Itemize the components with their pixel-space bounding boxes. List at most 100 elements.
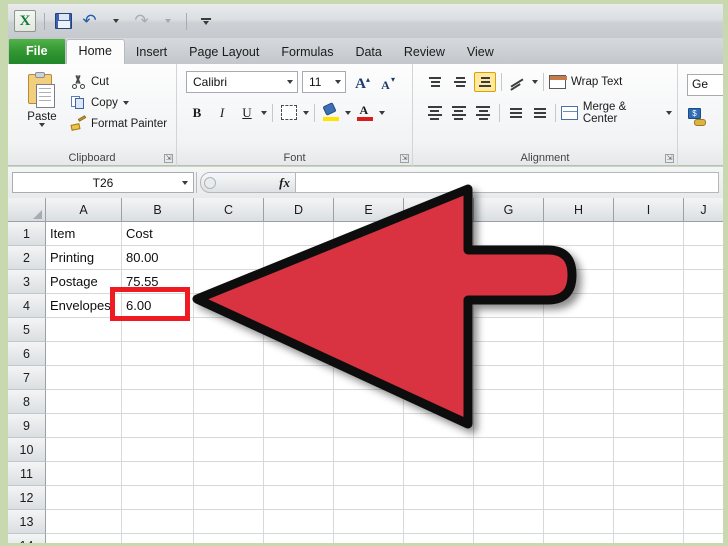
worksheet-grid[interactable]: A B C D E F G H I J 1 Item Cost 2 Printing 80… — [8, 198, 723, 543]
cell-i6[interactable] — [614, 342, 684, 366]
cell-e2[interactable] — [334, 246, 404, 270]
cell-e3[interactable] — [334, 270, 404, 294]
cell-c1[interactable] — [194, 222, 264, 246]
redo-dropdown-button[interactable] — [157, 11, 178, 32]
cell-j3[interactable] — [684, 270, 723, 294]
cell-e4[interactable] — [334, 294, 404, 318]
undo-dropdown-button[interactable] — [105, 11, 126, 32]
row-header-4[interactable]: 4 — [8, 294, 46, 318]
tab-insert[interactable]: Insert — [125, 41, 178, 64]
row-header-8[interactable]: 8 — [8, 390, 46, 414]
select-all-button[interactable] — [8, 198, 46, 222]
cell-f2[interactable] — [404, 246, 474, 270]
cell-j13[interactable] — [684, 510, 723, 534]
cell-c14[interactable] — [194, 534, 264, 543]
cell-c7[interactable] — [194, 366, 264, 390]
align-right-button[interactable] — [473, 103, 494, 123]
cell-c9[interactable] — [194, 414, 264, 438]
cell-d11[interactable] — [264, 462, 334, 486]
cell-d10[interactable] — [264, 438, 334, 462]
underline-button[interactable]: U — [236, 102, 258, 123]
cell-j1[interactable] — [684, 222, 723, 246]
cell-b12[interactable] — [122, 486, 194, 510]
column-header-j[interactable]: J — [684, 198, 723, 222]
cell-f6[interactable] — [404, 342, 474, 366]
italic-button[interactable]: I — [211, 102, 233, 123]
cell-c13[interactable] — [194, 510, 264, 534]
cell-c8[interactable] — [194, 390, 264, 414]
cell-d12[interactable] — [264, 486, 334, 510]
column-header-f[interactable]: F — [404, 198, 474, 222]
cell-b9[interactable] — [122, 414, 194, 438]
cell-e13[interactable] — [334, 510, 404, 534]
cell-a2[interactable]: Printing — [46, 246, 122, 270]
clipboard-dialog-launcher[interactable]: ⇲ — [164, 154, 173, 163]
cell-g2[interactable] — [474, 246, 544, 270]
cell-f4[interactable] — [404, 294, 474, 318]
cell-h12[interactable] — [544, 486, 614, 510]
font-size-select[interactable]: 11 — [302, 71, 346, 93]
cell-g11[interactable] — [474, 462, 544, 486]
chevron-down-icon[interactable] — [122, 100, 129, 105]
font-name-select[interactable]: Calibri — [186, 71, 298, 93]
align-bottom-button[interactable] — [474, 72, 496, 92]
cell-e1[interactable] — [334, 222, 404, 246]
column-header-e[interactable]: E — [334, 198, 404, 222]
bold-button[interactable]: B — [186, 102, 208, 123]
cell-f9[interactable] — [404, 414, 474, 438]
cell-h3[interactable] — [544, 270, 614, 294]
column-header-g[interactable]: G — [474, 198, 544, 222]
cell-d6[interactable] — [264, 342, 334, 366]
cell-d2[interactable] — [264, 246, 334, 270]
chevron-down-icon[interactable] — [665, 111, 672, 115]
cell-g5[interactable] — [474, 318, 544, 342]
cell-d4[interactable] — [264, 294, 334, 318]
name-box[interactable]: T26 — [12, 172, 194, 193]
cell-i11[interactable] — [614, 462, 684, 486]
alignment-dialog-launcher[interactable]: ⇲ — [665, 154, 674, 163]
cell-f14[interactable] — [404, 534, 474, 543]
cell-h7[interactable] — [544, 366, 614, 390]
cell-h4[interactable] — [544, 294, 614, 318]
cell-g4[interactable] — [474, 294, 544, 318]
cell-f1[interactable] — [404, 222, 474, 246]
cell-f8[interactable] — [404, 390, 474, 414]
cell-g1[interactable] — [474, 222, 544, 246]
accounting-format-button[interactable]: $ — [688, 108, 707, 126]
redo-button[interactable]: ↷ — [131, 11, 152, 32]
tab-data[interactable]: Data — [344, 41, 392, 64]
tab-home[interactable]: Home — [65, 39, 125, 65]
cell-f11[interactable] — [404, 462, 474, 486]
cell-h2[interactable] — [544, 246, 614, 270]
align-left-button[interactable] — [424, 103, 445, 123]
cell-b4[interactable]: 6.00 — [122, 294, 194, 318]
cell-j6[interactable] — [684, 342, 723, 366]
cell-g12[interactable] — [474, 486, 544, 510]
cell-a14[interactable] — [46, 534, 122, 543]
chevron-down-icon[interactable] — [345, 110, 351, 115]
cell-b14[interactable] — [122, 534, 194, 543]
tab-review[interactable]: Review — [393, 41, 456, 64]
increase-font-size-button[interactable]: A ▴ — [350, 72, 371, 93]
column-header-i[interactable]: I — [614, 198, 684, 222]
cell-f12[interactable] — [404, 486, 474, 510]
cell-j5[interactable] — [684, 318, 723, 342]
undo-button[interactable]: ↶ — [79, 11, 100, 32]
cell-j10[interactable] — [684, 438, 723, 462]
cell-c2[interactable] — [194, 246, 264, 270]
customize-qat-button[interactable] — [195, 11, 216, 32]
cell-a11[interactable] — [46, 462, 122, 486]
chevron-down-icon[interactable] — [182, 181, 188, 185]
chevron-down-icon[interactable] — [261, 110, 267, 115]
cell-e6[interactable] — [334, 342, 404, 366]
cell-g7[interactable] — [474, 366, 544, 390]
cell-h14[interactable] — [544, 534, 614, 543]
cell-j8[interactable] — [684, 390, 723, 414]
cell-d1[interactable] — [264, 222, 334, 246]
tab-page-layout[interactable]: Page Layout — [178, 41, 270, 64]
cell-i1[interactable] — [614, 222, 684, 246]
cell-a7[interactable] — [46, 366, 122, 390]
formula-input[interactable] — [296, 172, 719, 193]
cell-g3[interactable] — [474, 270, 544, 294]
excel-logo-icon[interactable]: X — [14, 10, 36, 32]
